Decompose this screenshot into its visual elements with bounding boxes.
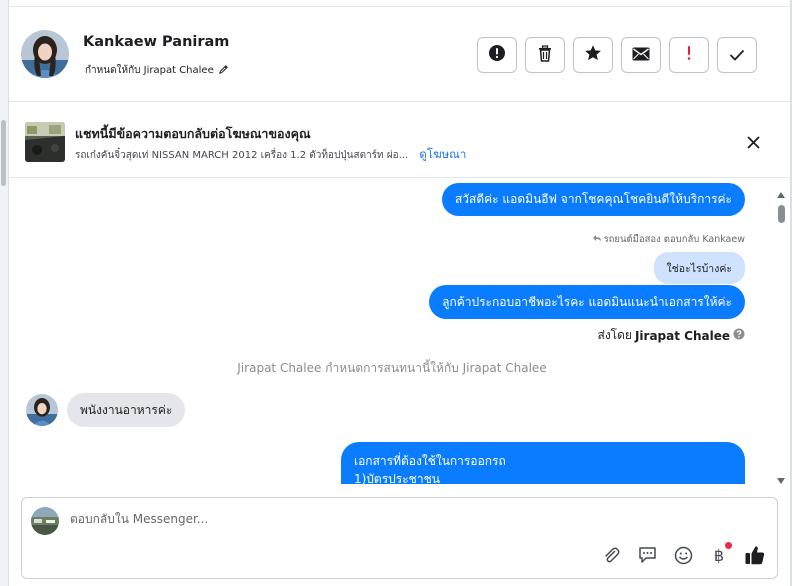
star-button[interactable] [573,37,613,73]
thumbs-up-icon[interactable] [744,544,766,566]
message-text: พนังงานอาหารค่ะ [80,402,173,417]
sender-name: Jirapat Chalee [634,328,730,343]
assignee-line[interactable]: กำหนดให้กับ Jirapat Chalee [85,63,229,78]
close-banner-button[interactable] [743,133,763,153]
ad-description: รถเก๋งคันจิ๋วสุดเท่ NISSAN MARCH 2012 เค… [75,150,409,161]
star-icon [584,44,602,66]
mark-done-button[interactable] [717,37,757,73]
scroll-up-arrow-icon[interactable] [777,183,785,198]
trash-icon [537,44,553,66]
contact-name[interactable]: Kankaew Paniram [83,34,229,50]
reply-arrow-icon [592,234,602,245]
close-icon [746,134,760,153]
paperclip-icon[interactable] [600,544,622,566]
pencil-icon[interactable] [218,64,229,78]
ad-reply-banner: แชทนี้มีข้อความตอบกลับต่อโฆษณาของคุณ รถเ… [9,103,790,178]
reply-context-text: รถยนต์มือสอง ตอบกลับ Kankaew [603,234,745,245]
smile-icon[interactable] [672,544,694,566]
message-line: 1)บัตรประชาชน [354,472,440,484]
outgoing-message[interactable]: เอกสารที่ต้องใช้ในการออกรถ 1)บัตรประชาชน [341,442,745,484]
outgoing-message[interactable]: ลูกค้าประกอบอาชีพอะไรคะ แอดมินแนะนำเอกสา… [429,285,745,319]
mark-unread-button[interactable] [621,37,661,73]
ad-banner-title: แชทนี้มีข้อความตอบกลับต่อโฆษณาของคุณ [75,126,311,141]
delete-button[interactable] [525,37,565,73]
contact-avatar[interactable] [21,30,69,78]
envelope-icon [632,46,650,65]
sent-by-prefix: ส่งโดย [597,328,632,342]
message-text: สวัสดีค่ะ แอดมินอีฟ จากโชคคุณโชคยินดีให้… [454,192,732,206]
message-thread[interactable]: สวัสดีค่ะ แอดมินอีฟ จากโชคคุณโชคยินดีให้… [9,179,790,484]
contact-avatar-small[interactable] [26,394,58,426]
conversation-header: Kankaew Paniram กำหนดให้กับ Jirapat Chal… [9,7,790,102]
baht-icon[interactable]: ฿ [708,542,732,566]
checkmark-icon [729,46,745,65]
reply-context-label: รถยนต์มือสอง ตอบกลับ Kankaew [592,232,745,247]
reply-composer: ฿ [21,497,778,579]
composer-toolbar: ฿ [600,542,766,566]
important-icon [686,45,692,65]
left-scrollbar[interactable] [0,0,9,586]
page-avatar [31,507,59,535]
left-scrollbar-thumb[interactable] [1,120,6,186]
message-line: เอกสารที่ต้องใช้ในการออกรถ [354,454,506,468]
notification-dot [725,542,732,549]
incoming-message[interactable]: พนังงานอาหารค่ะ [67,393,186,427]
report-icon [488,44,506,66]
report-button[interactable] [477,37,517,73]
quoted-message[interactable]: ใช่อะไรบ้างค่ะ [653,252,745,284]
chat-bubble-icon[interactable] [636,544,658,566]
baht-symbol: ฿ [713,545,725,565]
help-icon[interactable] [733,328,745,343]
system-assignment-note: Jirapat Chalee กำหนดการสนทนานี้ให้กับ Ji… [237,361,547,375]
message-input[interactable] [70,512,670,526]
ad-thumbnail[interactable] [25,122,65,162]
assignee-text: กำหนดให้กับ Jirapat Chalee [85,65,214,76]
outgoing-message[interactable]: สวัสดีค่ะ แอดมินอีฟ จากโชคคุณโชคยินดีให้… [441,183,745,216]
thread-scrollbar-thumb[interactable] [778,205,785,223]
scroll-down-arrow-icon[interactable] [777,469,785,484]
quoted-text: ใช่อะไรบ้างค่ะ [666,262,732,275]
sent-by-line: ส่งโดย Jirapat Chalee [598,326,746,345]
message-text: ลูกค้าประกอบอาชีพอะไรคะ แอดมินแนะนำเอกสา… [442,294,732,309]
mark-important-button[interactable] [669,37,709,73]
conversation-actions [477,37,757,73]
view-ad-link[interactable]: ดูโฆษณา [419,147,466,161]
ad-banner-subtitle: รถเก๋งคันจิ๋วสุดเท่ NISSAN MARCH 2012 เค… [75,146,466,164]
